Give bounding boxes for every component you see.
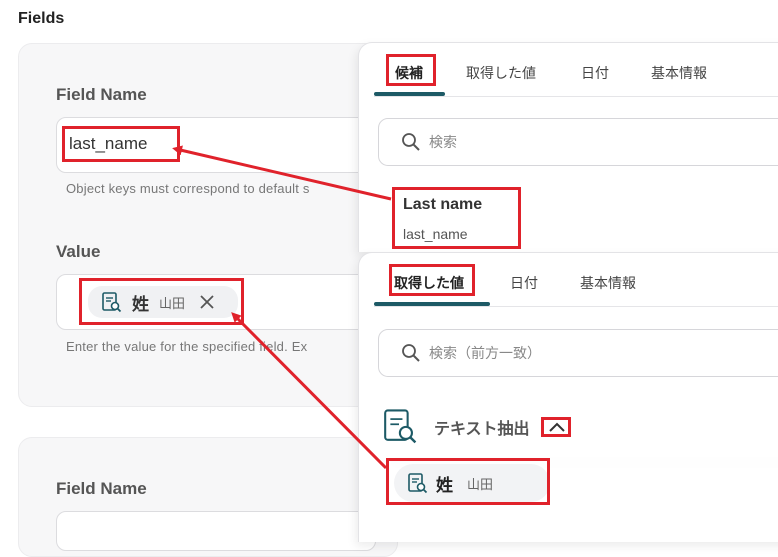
search-placeholder: 検索 — [429, 134, 457, 150]
tab-date-2[interactable]: 日付 — [510, 273, 538, 293]
field-name-label: Field Name — [56, 85, 147, 104]
document-search-icon — [380, 407, 418, 450]
search-icon — [401, 343, 421, 363]
active-tab-indicator — [374, 92, 445, 96]
field-name-help: Object keys must correspond to default s — [66, 181, 310, 196]
tab-basic-info-2[interactable]: 基本情報 — [580, 273, 636, 293]
annotation-box-field-name — [62, 126, 180, 162]
tab-basic-info[interactable]: 基本情報 — [651, 63, 707, 83]
tab-acquired-values[interactable]: 取得した値 — [466, 63, 536, 83]
fields-section-title: Fields — [18, 10, 65, 27]
section-shadow — [390, 456, 778, 457]
annotation-box-item — [386, 458, 550, 505]
section-title: テキスト抽出 — [434, 421, 530, 438]
annotation-box-chevron — [541, 417, 571, 437]
value-help: Enter the value for the specified field.… — [66, 339, 308, 354]
value-label: Value — [56, 242, 101, 261]
annotation-box-tab-acquired — [389, 264, 475, 296]
tabs-divider — [374, 96, 778, 97]
field-name-input-2[interactable] — [56, 511, 376, 551]
active-tab-indicator-2 — [374, 302, 490, 306]
annotation-box-tab-candidates — [386, 54, 436, 86]
tab-date[interactable]: 日付 — [581, 63, 609, 83]
search-icon — [401, 132, 421, 152]
search-input[interactable]: 検索 — [378, 118, 778, 166]
search-input-2[interactable]: 検索（前方一致） — [378, 329, 778, 377]
annotation-box-candidate — [392, 187, 521, 249]
search-placeholder-2: 検索（前方一致） — [429, 345, 541, 361]
annotation-box-value-chip — [79, 278, 244, 325]
tabs-divider-2 — [374, 306, 778, 307]
field-name-label-2: Field Name — [56, 479, 147, 498]
